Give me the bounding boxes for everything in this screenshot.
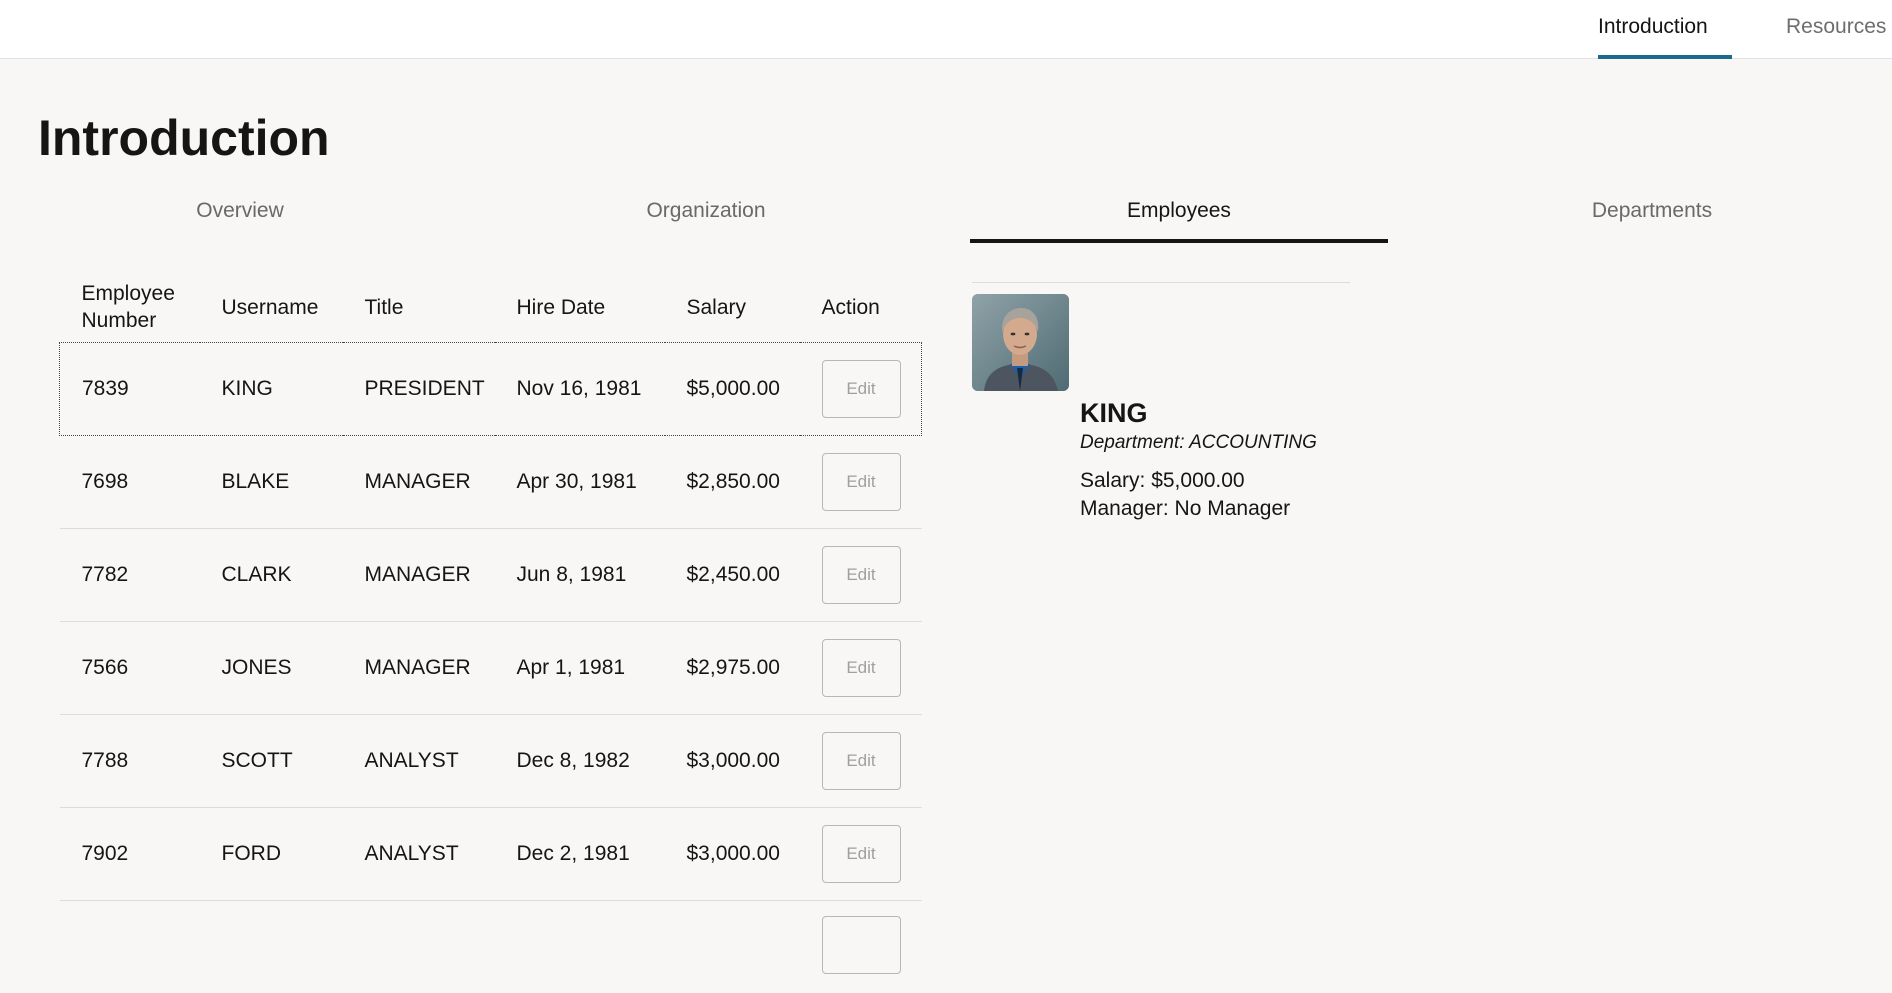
page-title: Introduction bbox=[38, 106, 330, 170]
cell-employee-number: 7698 bbox=[60, 436, 200, 529]
cell-hire-date: Dec 8, 1982 bbox=[495, 715, 665, 808]
table-header-row: Employee Number Username Title Hire Date… bbox=[60, 272, 922, 343]
tab-active-indicator bbox=[970, 239, 1388, 243]
cell-salary bbox=[665, 901, 800, 993]
cell-salary: $2,975.00 bbox=[665, 622, 800, 715]
tab-employees[interactable]: Employees bbox=[970, 185, 1388, 243]
cell-action: Edit bbox=[800, 529, 922, 622]
edit-button[interactable]: Edit bbox=[822, 546, 901, 604]
cell-username: BLAKE bbox=[200, 436, 343, 529]
employee-department: Department: ACCOUNTING bbox=[1080, 432, 1317, 454]
table-row[interactable]: 7698 BLAKE MANAGER Apr 30, 1981 $2,850.0… bbox=[60, 436, 922, 529]
tab-departments[interactable]: Departments bbox=[1443, 185, 1861, 243]
edit-button[interactable] bbox=[822, 916, 901, 974]
cell-title: PRESIDENT bbox=[343, 343, 495, 436]
tab-overview-label: Overview bbox=[196, 199, 284, 222]
cell-action: Edit bbox=[800, 808, 922, 901]
cell-hire-date: Dec 2, 1981 bbox=[495, 808, 665, 901]
table-row[interactable]: 7782 CLARK MANAGER Jun 8, 1981 $2,450.00… bbox=[60, 529, 922, 622]
cell-username: JONES bbox=[200, 622, 343, 715]
employee-avatar bbox=[972, 294, 1069, 391]
tab-organization[interactable]: Organization bbox=[497, 185, 915, 243]
topnav-active-indicator bbox=[1598, 55, 1732, 59]
tab-overview[interactable]: Overview bbox=[31, 185, 449, 243]
topnav-introduction-label: Introduction bbox=[1598, 15, 1708, 38]
tab-employees-label: Employees bbox=[1127, 199, 1231, 222]
table-row[interactable] bbox=[60, 901, 922, 993]
employee-manager: Manager: No Manager bbox=[1080, 497, 1290, 521]
cell-username: KING bbox=[200, 343, 343, 436]
cell-title: ANALYST bbox=[343, 808, 495, 901]
employee-photo-icon bbox=[972, 294, 1069, 391]
column-header-label: Employee Number bbox=[82, 280, 192, 334]
top-navigation-bar: Introduction Resources bbox=[0, 0, 1892, 59]
topnav-resources[interactable]: Resources bbox=[1786, 0, 1886, 59]
detail-divider bbox=[972, 282, 1350, 283]
column-header-username[interactable]: Username bbox=[200, 272, 343, 343]
column-header-employee-number[interactable]: Employee Number bbox=[60, 272, 200, 343]
cell-salary: $5,000.00 bbox=[665, 343, 800, 436]
edit-button[interactable]: Edit bbox=[822, 732, 901, 790]
cell-action: Edit bbox=[800, 715, 922, 808]
cell-hire-date: Nov 16, 1981 bbox=[495, 343, 665, 436]
employee-name: KING bbox=[1080, 398, 1148, 429]
cell-hire-date: Jun 8, 1981 bbox=[495, 529, 665, 622]
cell-employee-number: 7782 bbox=[60, 529, 200, 622]
cell-salary: $3,000.00 bbox=[665, 715, 800, 808]
cell-title bbox=[343, 901, 495, 993]
cell-username: CLARK bbox=[200, 529, 343, 622]
cell-hire-date: Apr 1, 1981 bbox=[495, 622, 665, 715]
cell-title: MANAGER bbox=[343, 529, 495, 622]
cell-title: MANAGER bbox=[343, 436, 495, 529]
cell-employee-number: 7566 bbox=[60, 622, 200, 715]
column-header-hire-date[interactable]: Hire Date bbox=[495, 272, 665, 343]
topnav-introduction[interactable]: Introduction bbox=[1598, 0, 1732, 59]
cell-title: MANAGER bbox=[343, 622, 495, 715]
cell-title: ANALYST bbox=[343, 715, 495, 808]
cell-employee-number: 7788 bbox=[60, 715, 200, 808]
table-row[interactable]: 7839 KING PRESIDENT Nov 16, 1981 $5,000.… bbox=[60, 343, 922, 436]
edit-button[interactable]: Edit bbox=[822, 825, 901, 883]
cell-hire-date bbox=[495, 901, 665, 993]
column-header-salary[interactable]: Salary bbox=[665, 272, 800, 343]
cell-username: SCOTT bbox=[200, 715, 343, 808]
topnav-resources-label: Resources bbox=[1786, 15, 1886, 38]
cell-hire-date: Apr 30, 1981 bbox=[495, 436, 665, 529]
edit-button[interactable]: Edit bbox=[822, 639, 901, 697]
cell-action: Edit bbox=[800, 343, 922, 436]
cell-salary: $2,850.00 bbox=[665, 436, 800, 529]
employee-table: Employee Number Username Title Hire Date… bbox=[59, 272, 922, 993]
cell-employee-number: 7839 bbox=[60, 343, 200, 436]
cell-action: Edit bbox=[800, 622, 922, 715]
edit-button[interactable]: Edit bbox=[822, 453, 901, 511]
tab-organization-label: Organization bbox=[646, 199, 765, 222]
table-row[interactable]: 7788 SCOTT ANALYST Dec 8, 1982 $3,000.00… bbox=[60, 715, 922, 808]
cell-action bbox=[800, 901, 922, 993]
column-header-action: Action bbox=[800, 272, 922, 343]
cell-username bbox=[200, 901, 343, 993]
cell-salary: $2,450.00 bbox=[665, 529, 800, 622]
table-row[interactable]: 7902 FORD ANALYST Dec 2, 1981 $3,000.00 … bbox=[60, 808, 922, 901]
cell-salary: $3,000.00 bbox=[665, 808, 800, 901]
tab-departments-label: Departments bbox=[1592, 199, 1712, 222]
edit-button[interactable]: Edit bbox=[822, 360, 901, 418]
employee-salary: Salary: $5,000.00 bbox=[1080, 469, 1245, 493]
cell-employee-number: 7902 bbox=[60, 808, 200, 901]
table-row[interactable]: 7566 JONES MANAGER Apr 1, 1981 $2,975.00… bbox=[60, 622, 922, 715]
cell-action: Edit bbox=[800, 436, 922, 529]
cell-employee-number bbox=[60, 901, 200, 993]
column-header-title[interactable]: Title bbox=[343, 272, 495, 343]
cell-username: FORD bbox=[200, 808, 343, 901]
